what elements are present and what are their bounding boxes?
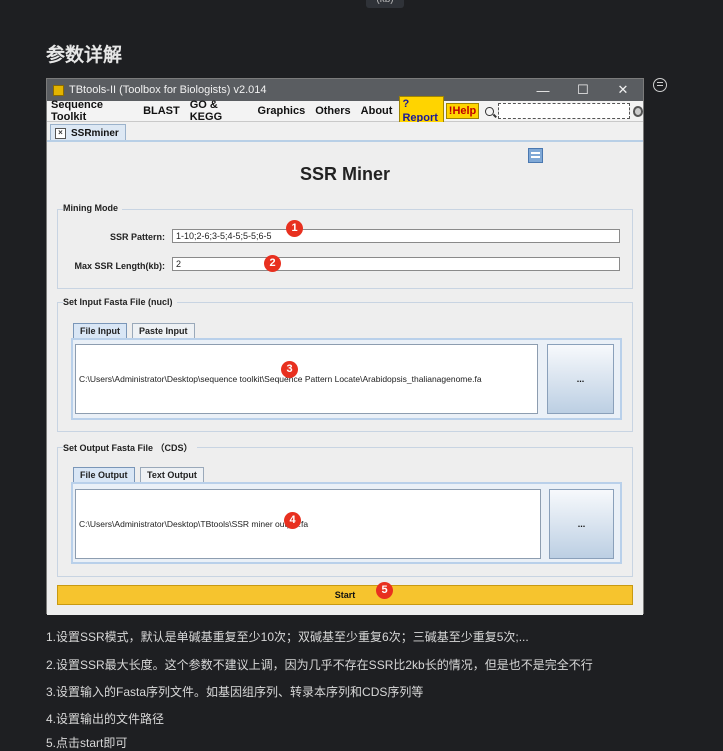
max-ssr-length-label: Max SSR Length(kb): [74, 261, 165, 271]
tab-text-output[interactable]: Text Output [140, 467, 204, 482]
ssr-pattern-input[interactable] [172, 229, 620, 243]
menu-bar: Sequence Toolkit BLAST GO & KEGG Graphic… [47, 96, 643, 126]
document-tabs: × SSRminer [47, 122, 643, 141]
menu-others[interactable]: Others [310, 105, 355, 117]
note-line: 3.设置输入的Fasta序列文件。如基因组序列、转录本序列和CDS序列等 [46, 685, 424, 699]
tab-ssrminer[interactable]: × SSRminer [50, 124, 126, 141]
window-title: TBtools-II (Toolbox for Biologists) v2.0… [69, 84, 267, 96]
note-line: 2.设置SSR最大长度。这个参数不建议上调，因为几乎不存在SSR比2kb长的情况… [46, 658, 593, 672]
callout-marker: 4 [284, 512, 301, 529]
search-icon [485, 106, 494, 116]
menu-go-kegg[interactable]: GO & KEGG [185, 99, 253, 123]
tab-file-input[interactable]: File Input [73, 323, 127, 338]
tab-label: SSRminer [71, 127, 119, 139]
app-window: TBtools-II (Toolbox for Biologists) v2.0… [46, 78, 644, 615]
max-ssr-length-input[interactable] [172, 257, 620, 271]
close-tab-icon[interactable]: × [55, 127, 66, 139]
help-button[interactable]: !Help [445, 103, 480, 119]
search-input[interactable] [497, 103, 630, 119]
app-logo-icon [53, 84, 64, 96]
close-window-button[interactable]: ✕ [603, 82, 643, 98]
callout-marker: 1 [286, 220, 303, 237]
start-button[interactable]: Start [57, 585, 633, 605]
menu-blast[interactable]: BLAST [138, 105, 185, 117]
input-fasta-label: Set Input Fasta File (nucl) [63, 297, 177, 307]
output-fasta-label: Set Output Fasta File （CDS） [63, 441, 197, 454]
comment-icon[interactable] [653, 78, 667, 92]
menu-about[interactable]: About [356, 105, 398, 117]
ssr-pattern-label: SSR Pattern: [109, 232, 165, 242]
output-browse-button[interactable]: ... [549, 489, 614, 559]
note-line: 4.设置输出的文件路径 [46, 712, 165, 726]
input-path-field[interactable]: C:\Users\Administrator\Desktop\sequence … [75, 344, 538, 414]
callout-marker: 3 [281, 361, 298, 378]
section-heading: 参数详解 [46, 45, 123, 66]
app-title: SSR Miner [299, 164, 391, 184]
input-browse-button[interactable]: ... [547, 344, 614, 414]
title-bar: TBtools-II (Toolbox for Biologists) v2.0… [47, 79, 643, 101]
menu-sequence-toolkit[interactable]: Sequence Toolkit [47, 99, 138, 123]
output-path-field[interactable]: C:\Users\Administrator\Desktop\TBtools\S… [75, 489, 541, 559]
minimize-button[interactable]: — [523, 83, 563, 98]
tab-paste-input[interactable]: Paste Input [132, 323, 195, 338]
ssr-miner-panel: SSR Miner Mining Mode SSR Pattern: Max S… [47, 140, 643, 615]
tab-file-output[interactable]: File Output [73, 467, 135, 482]
callout-marker: 5 [376, 582, 393, 599]
note-line: 5.点击start即可 [46, 736, 128, 750]
top-chip: (kb) [366, 0, 404, 8]
gear-icon[interactable] [632, 105, 643, 117]
mining-mode-group [57, 209, 633, 289]
translate-icon[interactable] [528, 148, 543, 163]
mining-mode-label: Mining Mode [63, 203, 122, 213]
note-line: 1.设置SSR模式，默认是单碱基重复至少10次；双碱基至少重复6次；三碱基至少重… [46, 630, 529, 644]
maximize-button[interactable]: ☐ [563, 82, 603, 98]
menu-graphics[interactable]: Graphics [253, 105, 311, 117]
callout-marker: 2 [264, 255, 281, 272]
